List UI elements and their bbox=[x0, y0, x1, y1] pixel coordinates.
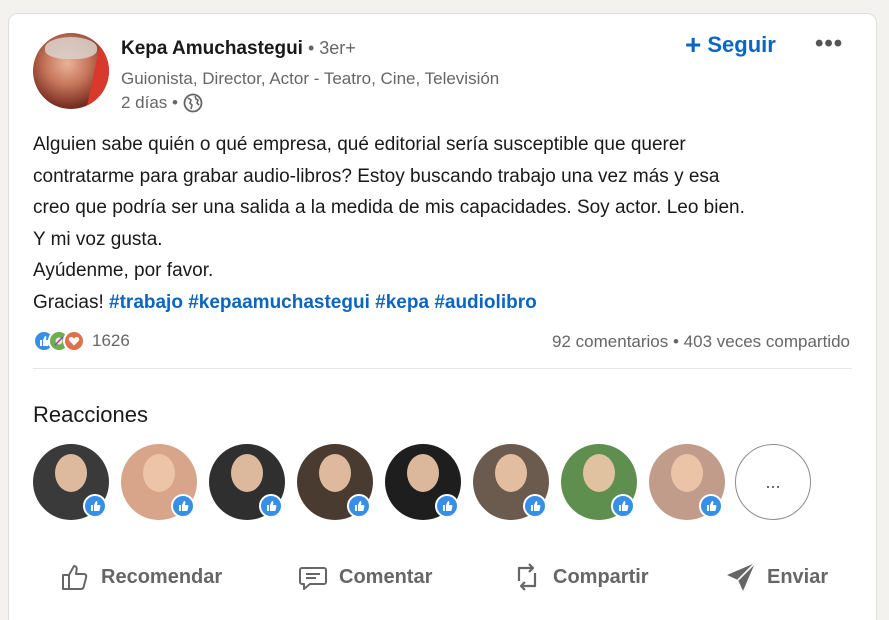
plus-icon: + bbox=[685, 29, 702, 60]
author-avatar[interactable] bbox=[33, 33, 109, 109]
send-button[interactable]: Enviar bbox=[723, 554, 828, 600]
repost-label: Compartir bbox=[553, 565, 649, 588]
like-badge-icon bbox=[611, 494, 635, 518]
hashtag-link[interactable]: #kepa bbox=[375, 292, 429, 313]
hashtag-link[interactable]: #audiolibro bbox=[434, 292, 536, 313]
connection-degree: • 3er+ bbox=[302, 38, 356, 58]
like-button[interactable]: Recomendar bbox=[57, 554, 222, 600]
post-text-line: Y mi voz gusta. bbox=[33, 228, 163, 250]
reactor-avatar[interactable] bbox=[121, 444, 197, 520]
post-meta: 2 días • bbox=[121, 93, 203, 113]
more-reactors-button[interactable]: ... bbox=[735, 444, 811, 520]
like-badge-icon bbox=[435, 494, 459, 518]
reactor-avatar[interactable] bbox=[473, 444, 549, 520]
like-badge-icon bbox=[699, 494, 723, 518]
separator-dot: • bbox=[668, 332, 684, 351]
reactor-avatar[interactable] bbox=[297, 444, 373, 520]
send-icon bbox=[727, 562, 756, 591]
post-text-line: Ayúdenme, por favor. bbox=[33, 260, 214, 282]
globe-icon bbox=[183, 93, 203, 113]
like-badge-icon bbox=[523, 494, 547, 518]
post-text-line: Gracias! bbox=[33, 291, 110, 313]
reactor-avatar[interactable] bbox=[33, 444, 109, 520]
reactions-summary[interactable]: 1626 bbox=[33, 330, 130, 352]
repost-button[interactable]: Compartir bbox=[509, 554, 649, 600]
send-label: Enviar bbox=[767, 565, 829, 588]
post-text-line: creo que podría ser una salida a la medi… bbox=[33, 197, 745, 219]
engagement-counts: 92 comentarios • 403 veces compartido bbox=[552, 332, 850, 352]
reactor-avatar[interactable] bbox=[385, 444, 461, 520]
comment-label: Comentar bbox=[339, 565, 433, 588]
repost-icon bbox=[517, 563, 537, 591]
reaction-count: 1626 bbox=[92, 331, 130, 350]
like-badge-icon bbox=[259, 494, 283, 518]
more-options-button[interactable]: ••• bbox=[815, 30, 843, 58]
like-badge-icon bbox=[171, 494, 195, 518]
follow-label: Seguir bbox=[707, 32, 776, 57]
comment-button[interactable]: Comentar bbox=[295, 554, 432, 600]
post-text: Alguien sabe quién o qué empresa, qué ed… bbox=[33, 129, 863, 319]
thumbs-up-icon bbox=[62, 565, 88, 590]
comments-count-link[interactable]: 92 comentarios bbox=[552, 332, 668, 351]
like-badge-icon bbox=[347, 494, 371, 518]
reactor-avatar[interactable] bbox=[561, 444, 637, 520]
post-text-line: Alguien sabe quién o qué empresa, qué ed… bbox=[33, 134, 686, 155]
action-bar: Recomendar Comentar Compartir Enviar bbox=[9, 554, 878, 604]
author-line: Kepa Amuchastegui • 3er+ bbox=[121, 38, 356, 60]
divider bbox=[33, 368, 852, 369]
post-time: 2 días • bbox=[121, 93, 178, 112]
like-badge-icon bbox=[83, 494, 107, 518]
author-name[interactable]: Kepa Amuchastegui bbox=[121, 38, 303, 59]
reactor-avatar[interactable] bbox=[209, 444, 285, 520]
comment-icon bbox=[299, 567, 327, 590]
shares-count-link[interactable]: 403 veces compartido bbox=[684, 332, 850, 351]
hashtag-link[interactable]: #kepaamuchastegui bbox=[188, 292, 370, 313]
reactions-heading: Reacciones bbox=[33, 402, 148, 427]
post-text-line-hashtags: Gracias! #trabajo #kepaamuchastegui #kep… bbox=[33, 287, 863, 319]
author-headline: Guionista, Director, Actor - Teatro, Cin… bbox=[121, 69, 500, 88]
follow-button[interactable]: + Seguir bbox=[685, 29, 776, 60]
like-label: Recomendar bbox=[101, 565, 223, 588]
post-text-line: contratarme para grabar audio-libros? Es… bbox=[33, 165, 720, 187]
hashtag-link[interactable]: #trabajo bbox=[109, 292, 183, 313]
feed-post-card: Kepa Amuchastegui • 3er+ Guionista, Dire… bbox=[8, 13, 877, 620]
love-reaction-icon bbox=[63, 330, 85, 352]
reactor-avatar[interactable] bbox=[649, 444, 725, 520]
